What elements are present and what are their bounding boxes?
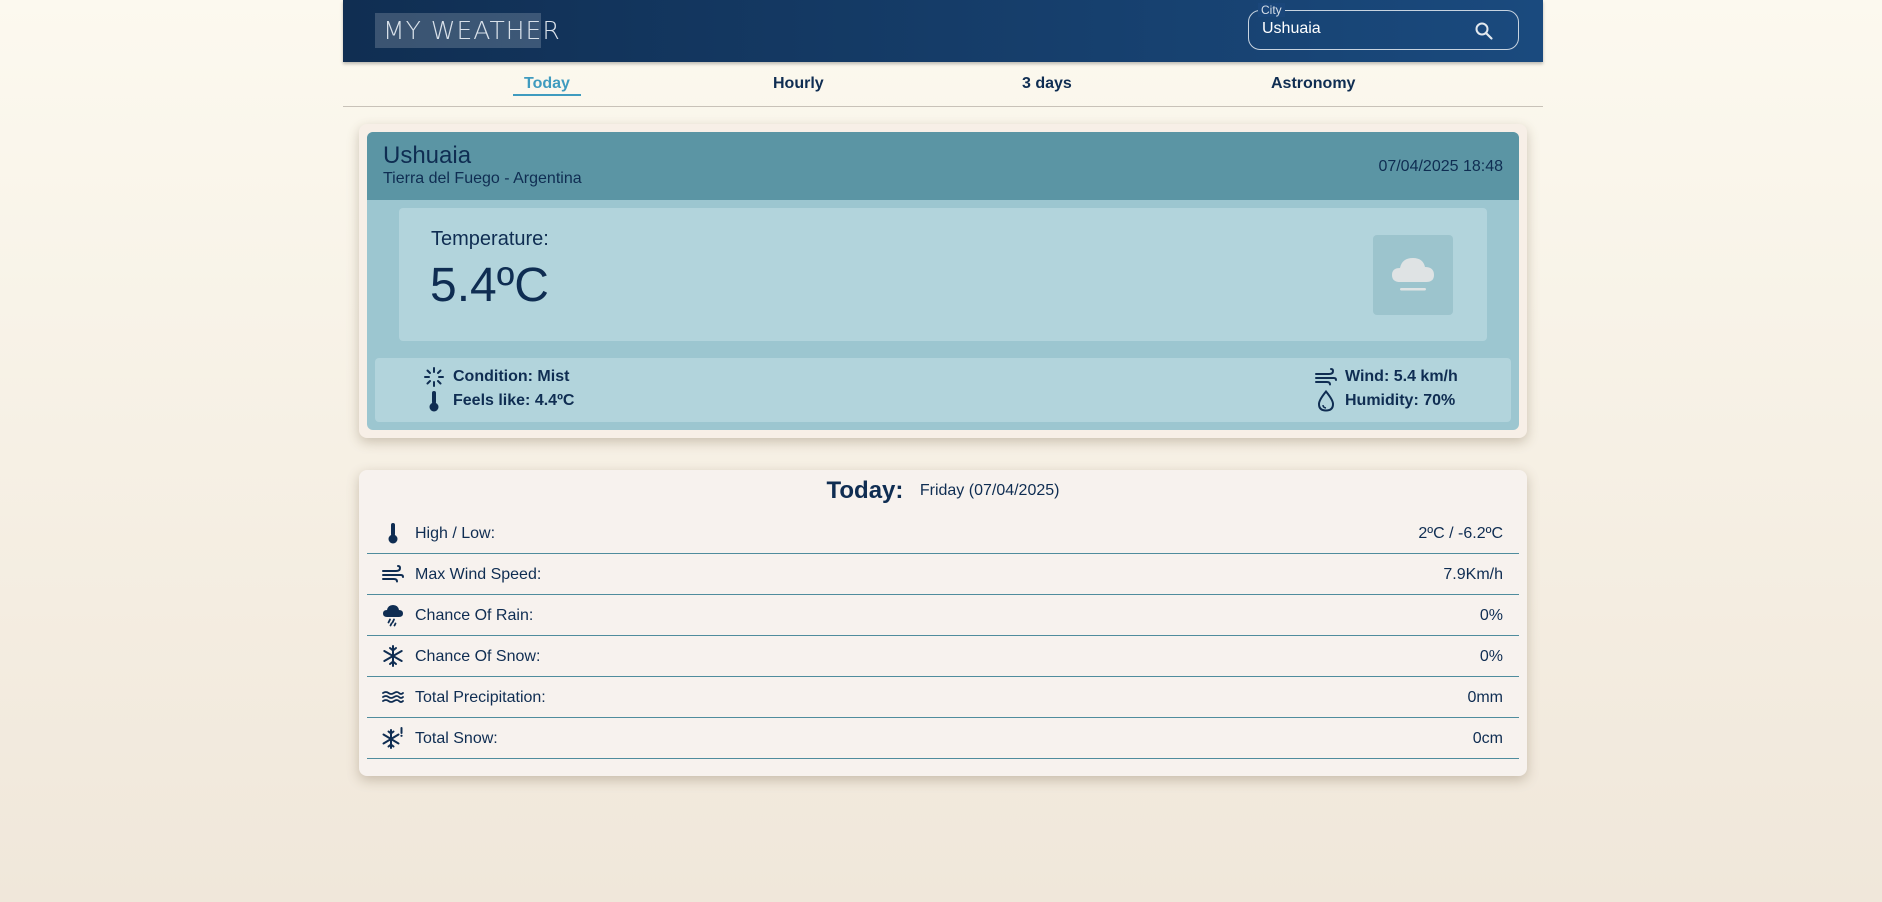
row-value: 0% <box>1479 648 1503 665</box>
location-header: Ushuaia Tierra del Fuego - Argentina 07/… <box>367 132 1519 200</box>
city-search-field[interactable]: City <box>1248 3 1519 50</box>
app-logo[interactable]: MY WEATHER <box>375 13 560 48</box>
row-label: Chance Of Snow: <box>415 648 541 665</box>
thermometer-icon <box>423 390 445 412</box>
waves-icon <box>382 686 404 708</box>
wind-detail: Wind: 5.4 km/h <box>1315 366 1458 388</box>
condition-sparkle-icon <box>423 366 445 388</box>
row-label: Total Precipitation: <box>415 689 546 706</box>
condition-detail: Condition: Mist <box>423 366 569 388</box>
row-value: 7.9Km/h <box>1443 566 1503 583</box>
tab-hourly[interactable]: Hourly <box>773 75 824 93</box>
snowflake-icon <box>382 645 404 667</box>
feels-like-text: Feels like: 4.4ºC <box>453 392 575 409</box>
temperature-panel: Temperature: 5.4ºC <box>399 208 1487 341</box>
high-low-row: High / Low: 2ºC / -6.2ºC <box>367 513 1519 554</box>
row-value: 0mm <box>1467 689 1503 706</box>
city-input[interactable] <box>1262 20 1462 38</box>
chance-of-snow-row: Chance Of Snow: 0% <box>367 636 1519 677</box>
row-value: 2ºC / -6.2ºC <box>1418 525 1503 542</box>
tab-bar: Today Hourly 3 days Astronomy <box>343 62 1543 107</box>
row-value: 0% <box>1479 607 1503 624</box>
rain-cloud-icon <box>382 604 404 627</box>
row-value: 0cm <box>1472 730 1503 747</box>
current-weather-panel: Ushuaia Tierra del Fuego - Argentina 07/… <box>367 132 1519 430</box>
today-heading: Today: <box>826 477 904 504</box>
tab-astronomy[interactable]: Astronomy <box>1271 75 1355 93</box>
row-label: High / Low: <box>415 525 496 542</box>
header-bar: MY WEATHER City <box>343 0 1543 62</box>
humidity-text: Humidity: 70% <box>1345 392 1456 409</box>
wind-icon <box>1315 366 1337 388</box>
city-field-label: City <box>1258 3 1285 17</box>
logo-text: MY WEATHER <box>383 16 561 45</box>
today-forecast-card: Today: Friday (07/04/2025) High / Low: 2… <box>359 470 1527 776</box>
today-stats-list: High / Low: 2ºC / -6.2ºC Max Wind Speed:… <box>367 513 1519 759</box>
chance-of-rain-row: Chance Of Rain: 0% <box>367 595 1519 636</box>
temperature-label: Temperature: <box>431 228 549 250</box>
humidity-drop-icon <box>1315 390 1337 412</box>
temperature-value: 5.4ºC <box>430 259 549 312</box>
tab-3-days[interactable]: 3 days <box>1022 75 1072 93</box>
total-precipitation-row: Total Precipitation: 0mm <box>367 677 1519 718</box>
humidity-detail: Humidity: 70% <box>1315 390 1455 412</box>
thermometer-icon <box>382 522 404 544</box>
wind-icon <box>382 563 404 585</box>
current-details-panel: Condition: Mist Feels like: 4.4ºC Wind: … <box>375 358 1511 422</box>
location-city: Ushuaia <box>383 142 472 169</box>
wind-text: Wind: 5.4 km/h <box>1345 368 1458 385</box>
mist-cloud-icon <box>1373 235 1453 315</box>
today-date: Friday (07/04/2025) <box>919 482 1060 499</box>
snow-alert-icon <box>382 727 404 749</box>
search-button[interactable] <box>1474 21 1494 41</box>
search-icon <box>1475 22 1493 40</box>
local-datetime: 07/04/2025 18:48 <box>1378 158 1503 175</box>
feels-like-detail: Feels like: 4.4ºC <box>423 390 574 412</box>
condition-text: Condition: Mist <box>453 368 570 385</box>
current-weather-card: Ushuaia Tierra del Fuego - Argentina 07/… <box>359 124 1527 438</box>
row-label: Max Wind Speed: <box>415 566 542 583</box>
max-wind-row: Max Wind Speed: 7.9Km/h <box>367 554 1519 595</box>
row-label: Total Snow: <box>415 730 498 747</box>
app: MY WEATHER City Today Hourly 3 days Astr… <box>343 0 1543 776</box>
today-title: Today: Friday (07/04/2025) <box>359 477 1527 505</box>
row-label: Chance Of Rain: <box>415 607 534 624</box>
tab-today[interactable]: Today <box>513 75 581 96</box>
total-snow-row: Total Snow: 0cm <box>367 718 1519 759</box>
location-region: Tierra del Fuego - Argentina <box>383 170 582 187</box>
